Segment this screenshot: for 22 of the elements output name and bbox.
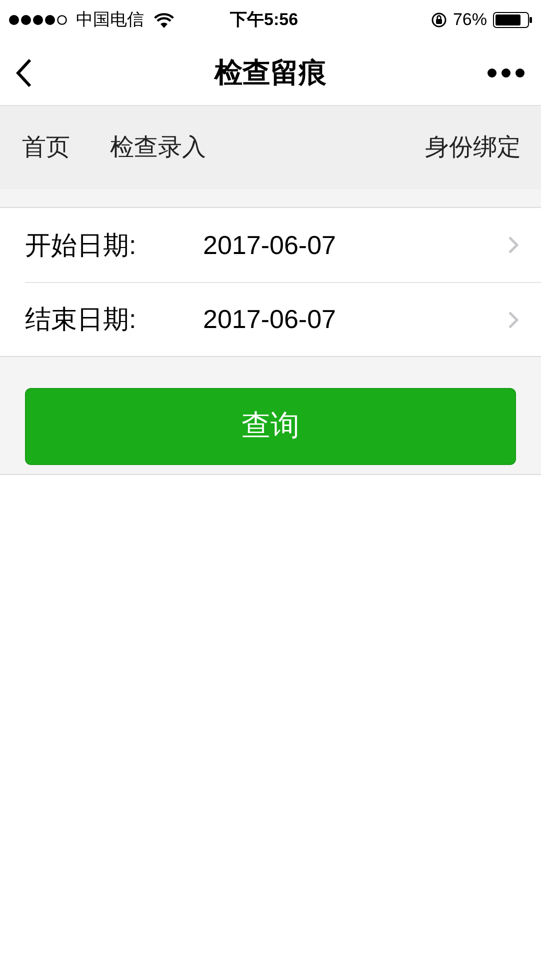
chevron-right-icon [508,236,519,254]
date-picker-row[interactable]: 结束日期: 2017-06-07 [25,282,541,356]
nav-tab[interactable]: 身份绑定 [423,126,523,170]
wifi-icon [154,12,174,28]
battery-icon [493,12,533,28]
more-icon [487,68,525,78]
field-label: 结束日期: [25,303,138,336]
rotation-lock-icon [430,12,447,28]
carrier-name: 中国电信 [76,9,144,32]
date-picker-row[interactable]: 开始日期: 2017-06-07 [25,208,541,282]
nav-tab[interactable]: 检查录入 [108,126,208,170]
clock-time: 下午5:56 [230,9,298,32]
date-value: 2017-06-07 [203,303,336,336]
page-title: 检查留痕 [214,56,326,90]
more-button[interactable] [487,68,525,78]
battery-percent: 76% [452,9,487,32]
date-value: 2017-06-07 [203,228,336,262]
nav-tab[interactable]: 首页 [20,126,72,170]
signal-icon [8,14,70,26]
back-chevron-icon [16,58,32,88]
chevron-right-icon [508,310,519,328]
field-label: 开始日期: [25,228,138,262]
